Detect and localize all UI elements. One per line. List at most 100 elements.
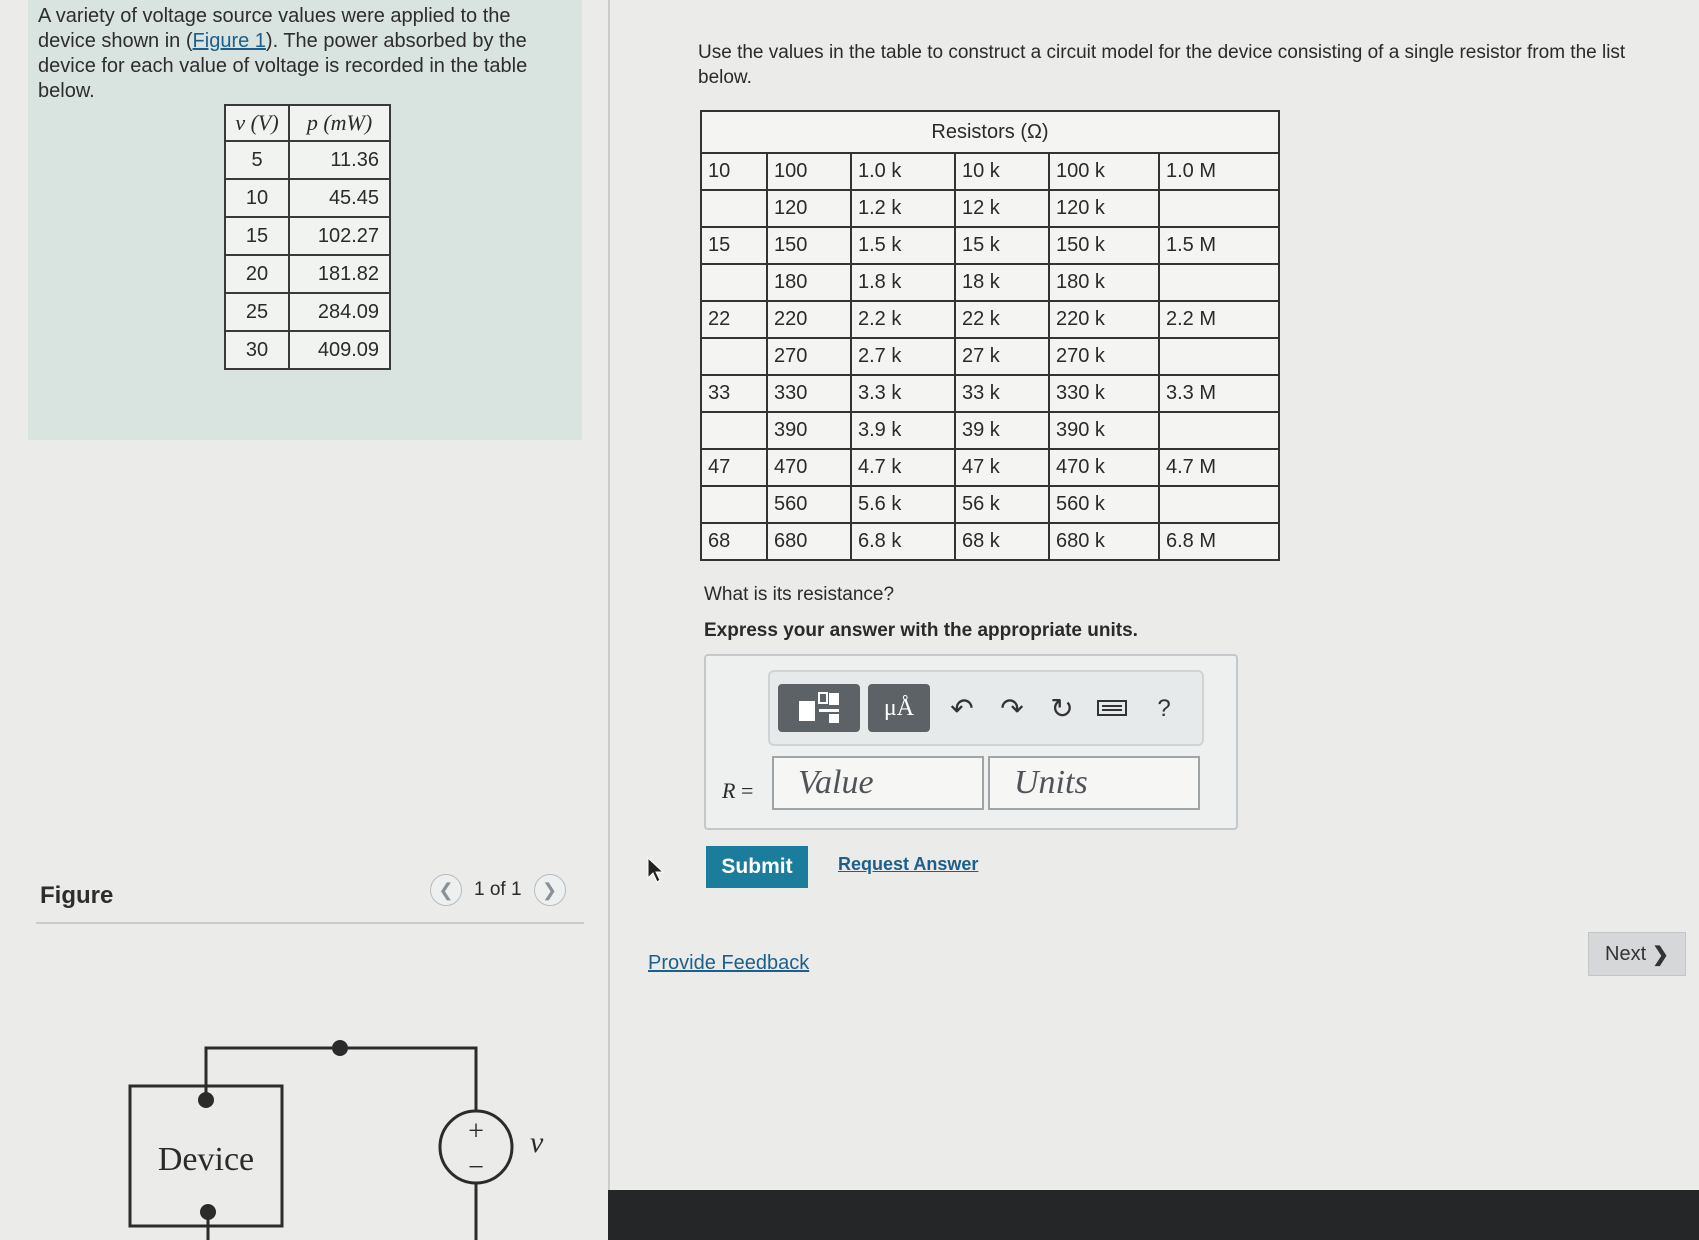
resistor-cell: [700, 337, 768, 376]
resistor-cell: 27 k: [954, 337, 1050, 376]
submit-button[interactable]: Submit: [706, 846, 808, 888]
resistor-cell: 100: [766, 152, 852, 191]
resistor-row: 22 220 2.2 k 22 k 220 k 2.2 M: [700, 300, 1280, 339]
next-figure-button[interactable]: ❯: [533, 874, 566, 906]
vp-row: 10 45.45: [224, 178, 391, 218]
resistor-cell: 1.5 M: [1158, 226, 1280, 265]
resistor-cell: 270 k: [1048, 337, 1160, 376]
resistor-cell: 68 k: [954, 522, 1050, 561]
resistor-cell: 2.2 k: [850, 300, 956, 339]
resistor-row: 270 2.7 k 27 k 270 k: [700, 337, 1280, 376]
resistor-cell: 680: [766, 522, 852, 561]
resistor-cell: 6.8 k: [850, 522, 956, 561]
reset-icon[interactable]: ↻: [1042, 692, 1082, 726]
resistor-cell: 1.5 k: [850, 226, 956, 265]
device-top-terminal: [198, 1092, 214, 1108]
resistor-row: 10 100 1.0 k 10 k 100 k 1.0 M: [700, 152, 1280, 191]
resistor-cell: 18 k: [954, 263, 1050, 302]
power-cell: 181.82: [288, 254, 391, 294]
voltage-cell: 30: [224, 330, 290, 370]
bottom-bar: [608, 1190, 1699, 1240]
resistor-cell: [1158, 189, 1280, 228]
units-input[interactable]: [988, 756, 1200, 810]
question-text: What is its resistance?: [704, 584, 895, 605]
problem-panel: A variety of voltage source values were …: [0, 0, 608, 1240]
resistor-row: 15 150 1.5 k 15 k 150 k 1.5 M: [700, 226, 1280, 265]
resistor-row: 390 3.9 k 39 k 390 k: [700, 411, 1280, 450]
resistor-cell: 390: [766, 411, 852, 450]
voltage-cell: 5: [224, 140, 290, 180]
help-icon[interactable]: ?: [1144, 692, 1184, 726]
resistor-cell: 56 k: [954, 485, 1050, 524]
math-toolbar: μÅ ↶ ↷ ↻ ?: [768, 670, 1204, 746]
resistor-row: 120 1.2 k 12 k 120 k: [700, 189, 1280, 228]
resistor-row: 68 680 6.8 k 68 k 680 k 6.8 M: [700, 522, 1280, 561]
resistor-cell: 150 k: [1048, 226, 1160, 265]
units-hint: Express your answer with the appropriate…: [704, 620, 1138, 641]
redo-icon[interactable]: ↷: [992, 692, 1032, 726]
vp-row: 20 181.82: [224, 254, 391, 294]
request-answer-link[interactable]: Request Answer: [838, 854, 978, 875]
resistor-cell: 330: [766, 374, 852, 413]
resistor-cell: [1158, 263, 1280, 302]
resistor-cell: 100 k: [1048, 152, 1160, 191]
resistor-cell: 330 k: [1048, 374, 1160, 413]
instructions: Use the values in the table to construct…: [698, 42, 1626, 88]
resistor-cell: 1.0 k: [850, 152, 956, 191]
resistor-table-title: Resistors (Ω): [700, 110, 1280, 154]
resistor-cell: 1.8 k: [850, 263, 956, 302]
provide-feedback-link[interactable]: Provide Feedback: [648, 952, 809, 975]
voltage-cell: 20: [224, 254, 290, 294]
resistor-row: 33 330 3.3 k 33 k 330 k 3.3 M: [700, 374, 1280, 413]
figure-link[interactable]: Figure 1: [193, 30, 266, 52]
resistor-cell: 39 k: [954, 411, 1050, 450]
vp-row: 25 284.09: [224, 292, 391, 332]
resistor-cell: [1158, 485, 1280, 524]
next-button-label: Next: [1605, 942, 1647, 965]
resistor-cell: 1.2 k: [850, 189, 956, 228]
power-cell: 45.45: [288, 178, 391, 218]
figure-divider: [36, 922, 584, 924]
device-bottom-terminal: [200, 1204, 216, 1220]
chevron-right-icon: ❯: [542, 879, 558, 900]
wire-node: [332, 1040, 348, 1056]
resistor-cell: [700, 485, 768, 524]
prev-figure-button[interactable]: ❮: [430, 874, 462, 906]
resistor-cell: 15: [700, 226, 768, 265]
resistor-cell: 15 k: [954, 226, 1050, 265]
r-label: R =: [722, 778, 754, 803]
power-cell: 102.27: [288, 216, 391, 256]
resistor-cell: 4.7 k: [850, 448, 956, 487]
resistor-cell: 4.7 M: [1158, 448, 1280, 487]
resistor-row: 560 5.6 k 56 k 560 k: [700, 485, 1280, 524]
resistor-cell: 10 k: [954, 152, 1050, 191]
units-button[interactable]: μÅ: [868, 684, 930, 732]
resistor-cell: 1.0 M: [1158, 152, 1280, 191]
answer-panel: Use the values in the table to construct…: [610, 0, 1699, 1240]
resistor-cell: 220: [766, 300, 852, 339]
next-button[interactable]: Next ❯: [1588, 932, 1686, 976]
undo-icon[interactable]: ↶: [942, 692, 982, 726]
resistor-cell: [700, 263, 768, 302]
resistor-cell: 3.3 k: [850, 374, 956, 413]
resistor-cell: 5.6 k: [850, 485, 956, 524]
source-plus: +: [468, 1116, 484, 1147]
mouse-cursor-icon: [647, 856, 665, 883]
resistor-cell: 3.9 k: [850, 411, 956, 450]
top-wire: [204, 1046, 478, 1110]
resistor-cell: [1158, 337, 1280, 376]
answer-box: μÅ ↶ ↷ ↻ ? R =: [704, 654, 1238, 830]
resistor-cell: 180 k: [1048, 263, 1160, 302]
templates-button[interactable]: [778, 684, 860, 732]
resistor-cell: 2.7 k: [850, 337, 956, 376]
resistor-row: 180 1.8 k 18 k 180 k: [700, 263, 1280, 302]
templates-icon: [799, 692, 839, 723]
resistor-cell: 6.8 M: [1158, 522, 1280, 561]
resistor-cell: 270: [766, 337, 852, 376]
keyboard-icon[interactable]: [1092, 692, 1132, 726]
resistor-cell: 120 k: [1048, 189, 1160, 228]
resistor-cell: 390 k: [1048, 411, 1160, 450]
resistor-cell: 220 k: [1048, 300, 1160, 339]
value-input[interactable]: [772, 756, 984, 810]
voltage-cell: 15: [224, 216, 290, 256]
